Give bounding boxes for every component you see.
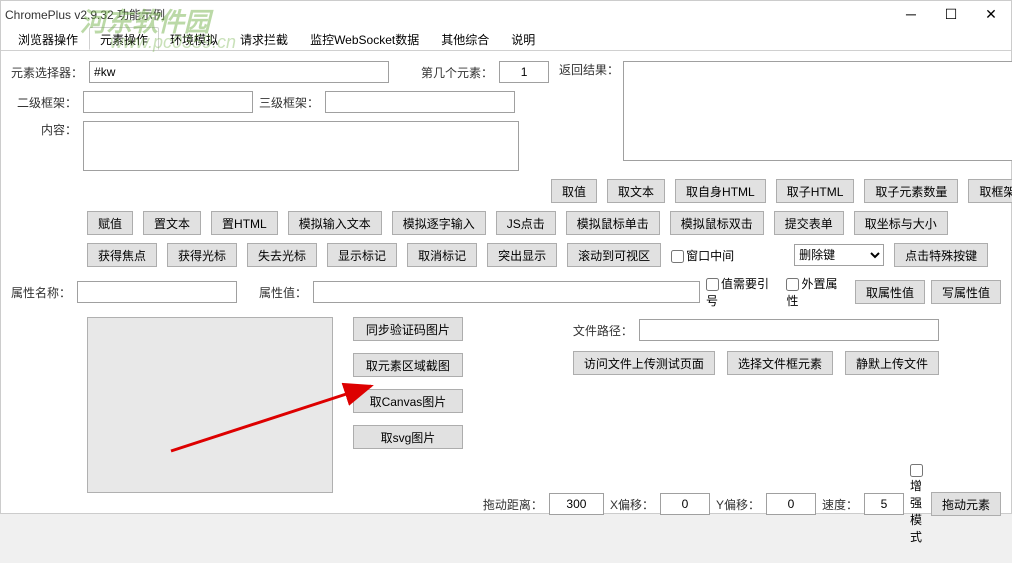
attr-val-input[interactable]: [313, 281, 700, 303]
btn-screenshot-region[interactable]: 取元素区域截图: [353, 353, 463, 377]
label-attr-val: 属性值：: [259, 284, 307, 301]
btn-focus[interactable]: 获得焦点: [87, 243, 157, 267]
attr-name-input[interactable]: [77, 281, 237, 303]
tab-element[interactable]: 元素操作: [89, 27, 159, 50]
label-filepath: 文件路径：: [573, 322, 633, 339]
btn-sim-dblclick[interactable]: 模拟鼠标双击: [670, 211, 764, 235]
label-yoffset: Y偏移：: [716, 496, 760, 513]
btn-sync-captcha[interactable]: 同步验证码图片: [353, 317, 463, 341]
image-preview: [87, 317, 333, 493]
btn-drag-element[interactable]: 拖动元素: [931, 492, 1001, 516]
minimize-button[interactable]: ─: [891, 1, 931, 27]
frame3-input[interactable]: [325, 91, 515, 113]
close-button[interactable]: ✕: [971, 1, 1011, 27]
chk-enhance[interactable]: [910, 464, 923, 477]
btn-get-value[interactable]: 取值: [551, 179, 597, 203]
label-speed: 速度：: [822, 496, 858, 513]
btn-js-click[interactable]: JS点击: [496, 211, 556, 235]
btn-set-text[interactable]: 置文本: [143, 211, 201, 235]
btn-special-key[interactable]: 点击特殊按键: [894, 243, 988, 267]
label-external-attr[interactable]: 外置属性: [786, 275, 849, 309]
select-key[interactable]: 删除键: [794, 244, 884, 266]
btn-get-rect[interactable]: 取坐标与大小: [854, 211, 948, 235]
selector-input[interactable]: [89, 61, 389, 83]
window-title: ChromePlus v2.9.32 功能示例: [5, 6, 165, 23]
btn-get-innerhtml[interactable]: 取子HTML: [776, 179, 855, 203]
btn-sim-click[interactable]: 模拟鼠标单击: [566, 211, 660, 235]
frame2-input[interactable]: [83, 91, 253, 113]
btn-sim-input[interactable]: 模拟输入文本: [288, 211, 382, 235]
maximize-button[interactable]: ☐: [931, 1, 971, 27]
filepath-input[interactable]: [639, 319, 939, 341]
chk-window-center[interactable]: [671, 250, 684, 263]
label-enhance[interactable]: 增强模式: [910, 463, 925, 545]
label-window-center[interactable]: 窗口中间: [671, 247, 734, 264]
btn-set-value[interactable]: 赋值: [87, 211, 133, 235]
nth-input[interactable]: [499, 61, 549, 83]
chk-need-quote[interactable]: [706, 278, 719, 291]
btn-highlight[interactable]: 突出显示: [487, 243, 557, 267]
label-selector: 元素选择器：: [11, 64, 83, 81]
label-result: 返回结果：: [559, 61, 619, 78]
label-need-quote[interactable]: 值需要引号: [706, 275, 780, 309]
label-content: 内容：: [11, 121, 77, 138]
btn-sim-type[interactable]: 模拟逐字输入: [392, 211, 486, 235]
btn-set-attr[interactable]: 写属性值: [931, 280, 1001, 304]
dragdist-input[interactable]: [549, 493, 604, 515]
label-xoffset: X偏移：: [610, 496, 654, 513]
btn-hide-mark[interactable]: 取消标记: [407, 243, 477, 267]
tab-help[interactable]: 说明: [500, 27, 546, 50]
xoffset-input[interactable]: [660, 493, 710, 515]
btn-lose-cursor[interactable]: 失去光标: [247, 243, 317, 267]
label-frame3: 三级框架：: [259, 94, 319, 111]
tab-other[interactable]: 其他综合: [430, 27, 500, 50]
btn-get-attr[interactable]: 取属性值: [855, 280, 925, 304]
btn-get-canvas[interactable]: 取Canvas图片: [353, 389, 463, 413]
btn-get-framesrc[interactable]: 取框架源码: [968, 179, 1012, 203]
tab-intercept[interactable]: 请求拦截: [229, 27, 299, 50]
label-dragdist: 拖动距离：: [483, 496, 543, 513]
label-attr-name: 属性名称：: [11, 284, 71, 301]
label-frame2: 二级框架：: [11, 94, 77, 111]
btn-visit-upload-test[interactable]: 访问文件上传测试页面: [573, 351, 715, 375]
result-output[interactable]: [623, 61, 1012, 161]
btn-select-file-el[interactable]: 选择文件框元素: [727, 351, 833, 375]
btn-show-mark[interactable]: 显示标记: [327, 243, 397, 267]
btn-set-html[interactable]: 置HTML: [211, 211, 278, 235]
yoffset-input[interactable]: [766, 493, 816, 515]
btn-get-outerhtml[interactable]: 取自身HTML: [675, 179, 766, 203]
tab-websocket[interactable]: 监控WebSocket数据: [299, 27, 430, 50]
tab-browser[interactable]: 浏览器操作: [7, 27, 89, 50]
btn-get-svg[interactable]: 取svg图片: [353, 425, 463, 449]
btn-get-childcount[interactable]: 取子元素数量: [864, 179, 958, 203]
btn-scrollto[interactable]: 滚动到可视区: [567, 243, 661, 267]
label-nth: 第几个元素：: [421, 64, 493, 81]
btn-get-cursor[interactable]: 获得光标: [167, 243, 237, 267]
speed-input[interactable]: [864, 493, 904, 515]
content-input[interactable]: [83, 121, 519, 171]
btn-silent-upload[interactable]: 静默上传文件: [845, 351, 939, 375]
tab-bar: 浏览器操作 元素操作 环境模拟 请求拦截 监控WebSocket数据 其他综合 …: [1, 27, 1011, 51]
btn-get-text[interactable]: 取文本: [607, 179, 665, 203]
btn-submit[interactable]: 提交表单: [774, 211, 844, 235]
chk-external-attr[interactable]: [786, 278, 799, 291]
tab-env[interactable]: 环境模拟: [159, 27, 229, 50]
